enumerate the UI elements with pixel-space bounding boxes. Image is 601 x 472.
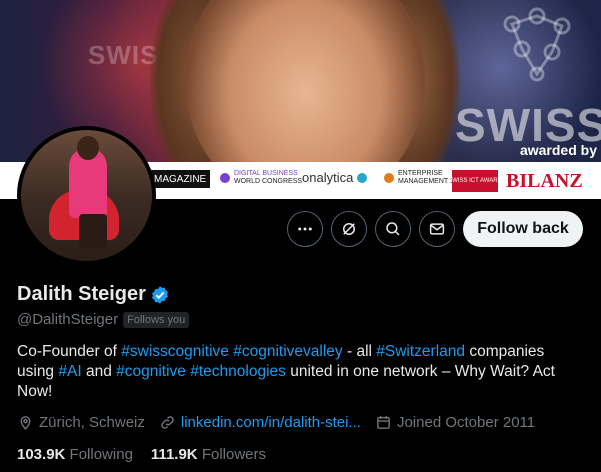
hashtag-link[interactable]: #Switzerland	[376, 343, 465, 360]
avatar-head	[77, 136, 99, 160]
search-button[interactable]	[375, 211, 411, 247]
message-icon	[429, 223, 445, 235]
hashtag-link[interactable]: #AI	[58, 363, 81, 380]
dbwc-line2: WORLD CONGRESS	[234, 178, 303, 185]
more-icon	[298, 227, 312, 231]
hashtag-link[interactable]: #cognitive	[116, 363, 186, 380]
swiss-ict-logo: SWISS ICT AWARD	[448, 170, 502, 192]
onalytica-text: onalytica	[302, 170, 354, 185]
location-text: Zürich, Schweiz	[39, 414, 145, 431]
following-stat[interactable]: 103.9K Following	[17, 446, 133, 463]
bio-text: Co-Founder of	[17, 343, 122, 360]
joined-item: Joined October 2011	[375, 414, 535, 431]
profile-avatar[interactable]	[17, 126, 156, 265]
avatar-legs	[79, 214, 107, 248]
search-icon	[386, 222, 400, 236]
name-row: Dalith Steiger	[17, 283, 170, 306]
more-button[interactable]	[287, 211, 323, 247]
awarded-by-label: awarded by	[519, 142, 597, 158]
hashtag-link[interactable]: #cognitivevalley	[233, 343, 342, 360]
display-name: Dalith Steiger	[17, 283, 146, 305]
verified-badge-icon[interactable]	[150, 285, 170, 305]
location-item: Zürich, Schweiz	[17, 414, 145, 431]
follow-back-button[interactable]: Follow back	[463, 211, 583, 247]
hashtag-link[interactable]: #technologies	[190, 363, 286, 380]
bio-text: and	[81, 363, 117, 380]
dbwc-logo: DIGITAL BUSINESS WORLD CONGRESS	[220, 170, 302, 186]
website-item[interactable]: linkedin.com/in/dalith-stei...	[159, 414, 361, 431]
hashtag-link[interactable]: #swisscognitive	[121, 343, 229, 360]
followers-count: 111.9K	[150, 446, 198, 463]
following-label: Following	[69, 446, 133, 463]
grok-icon	[343, 223, 355, 235]
link-icon	[161, 416, 174, 429]
bilanz-logo: BILANZ	[506, 170, 583, 192]
bio-text: - all	[342, 343, 377, 360]
dbwc-line1: DIGITAL BUSINESS	[234, 170, 298, 177]
profile-bio: Co-Founder of #swisscognitive #cognitive…	[17, 342, 582, 402]
followers-label: Followers	[201, 446, 266, 463]
grok-button[interactable]	[331, 211, 367, 247]
message-button[interactable]	[419, 211, 455, 247]
following-count: 103.9K	[17, 446, 66, 463]
dbwc-mark-icon	[220, 173, 230, 183]
website-link[interactable]: linkedin.com/in/dalith-stei...	[181, 414, 361, 431]
follow-stats: 103.9K Following 111.9K Followers	[17, 446, 284, 463]
followers-stat[interactable]: 111.9K Followers	[151, 446, 266, 463]
calendar-icon	[377, 416, 390, 429]
follows-you-badge: Follows you	[123, 311, 190, 328]
magazine-logo: MAGAZINE	[150, 170, 211, 188]
onalytica-mark-icon	[357, 172, 368, 183]
profile-meta: Zürich, Schweiz linkedin.com/in/dalith-s…	[17, 414, 549, 431]
joined-text: Joined October 2011	[396, 414, 536, 431]
onalytica-logo: onalytica	[302, 170, 368, 185]
location-pin-icon	[20, 416, 31, 430]
handle-row: @DalithSteiger Follows you	[17, 311, 190, 328]
user-handle: @DalithSteiger	[17, 311, 119, 328]
brain-icon	[503, 7, 571, 82]
emgmt-mark-icon	[384, 173, 394, 183]
